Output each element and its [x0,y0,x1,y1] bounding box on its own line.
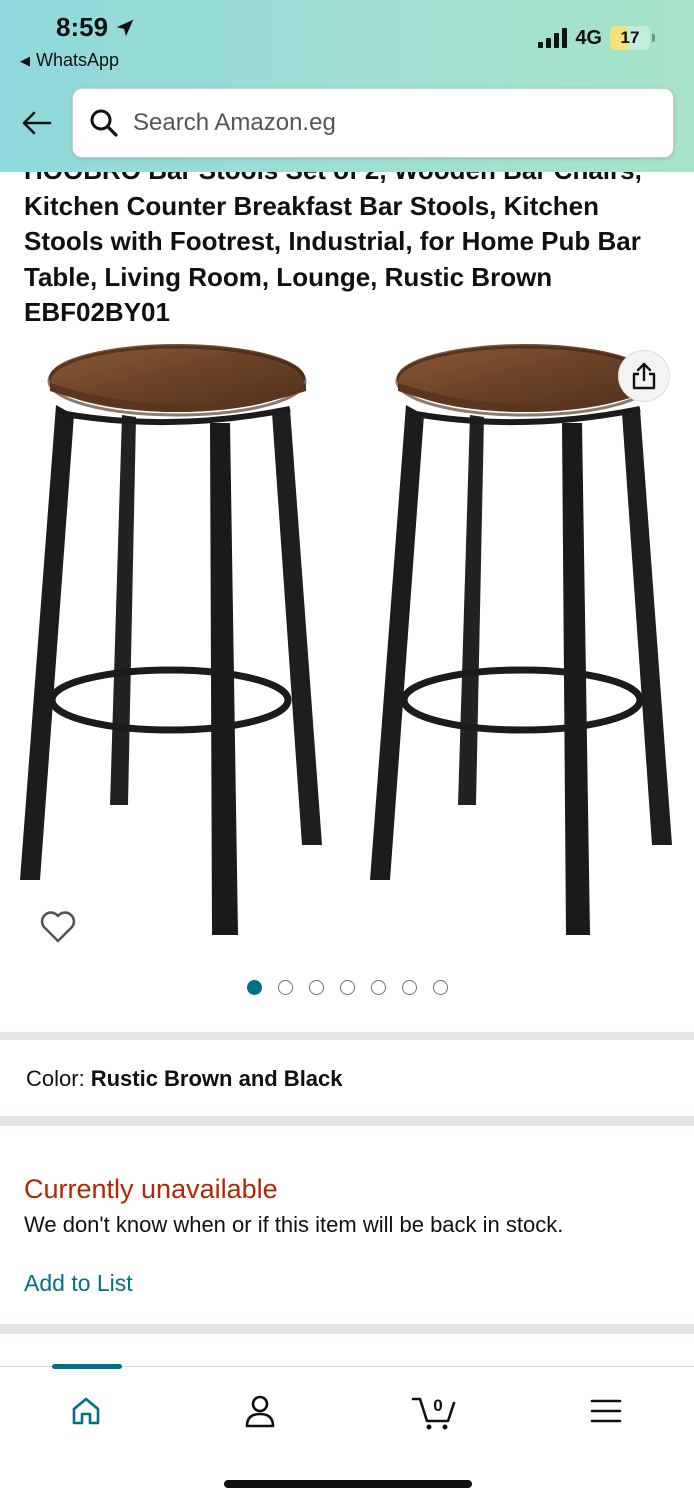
carousel-dot-4[interactable] [339,980,355,995]
availability-status: Currently unavailable [24,1174,278,1204]
carousel-dot-3[interactable] [308,980,324,995]
menu-icon [590,1399,622,1423]
back-app-label: WhatsApp [36,50,120,70]
cart-count: 0 [433,1396,442,1415]
product-image-carousel[interactable] [0,335,694,955]
product-title-container: HOOBRO Bar Stools Set of 2, Wooden Bar C… [24,150,674,330]
user-icon [245,1395,275,1428]
nav-home-tab[interactable] [56,1389,116,1433]
color-label: Color: [26,1066,85,1091]
heart-icon[interactable] [38,907,78,947]
availability-note: We don't know when or if this item will … [24,1212,564,1237]
stool-right [370,344,672,935]
nav-cart-tab[interactable]: 0 [404,1389,464,1433]
back-to-app-link[interactable]: ◀ WhatsApp [20,50,119,71]
carousel-dot-1[interactable] [246,980,262,995]
active-tab-indicator [52,1364,122,1369]
stool-left [20,344,322,935]
section-divider [0,1032,694,1040]
clock-text: 8:59 [56,12,109,42]
app-header: 8:59 ◀ WhatsApp 4G 17 [0,0,694,172]
search-bar[interactable] [72,88,674,158]
back-triangle-icon: ◀ [20,52,30,68]
product-image [20,344,672,935]
share-button[interactable] [618,350,670,402]
section-divider [0,1324,694,1334]
search-icon [90,109,118,137]
carousel-dot-7[interactable] [432,980,448,995]
battery-level: 17 [620,28,640,47]
status-time: 8:59 [56,12,136,43]
search-input[interactable] [133,109,613,137]
carousel-dot-5[interactable] [370,980,386,995]
nav-menu-tab[interactable] [576,1389,636,1433]
carousel-dot-2[interactable] [277,980,293,995]
network-type: 4G [575,26,602,49]
location-arrow-icon [116,19,134,36]
battery-icon: 17 [610,26,655,50]
nav-account-tab[interactable] [230,1389,290,1433]
carousel-dot-6[interactable] [401,980,417,995]
color-selection: Color: Rustic Brown and Black [26,1066,343,1092]
add-to-list-link[interactable]: Add to List [24,1270,133,1297]
share-icon [632,362,656,390]
signal-icon [538,28,568,48]
back-arrow-icon[interactable] [20,106,54,140]
home-indicator [224,1480,472,1488]
color-value: Rustic Brown and Black [90,1066,343,1091]
carousel-dots[interactable] [0,980,694,995]
home-icon [72,1397,100,1425]
product-title: HOOBRO Bar Stools Set of 2, Wooden Bar C… [24,155,642,327]
cart-icon: 0 [411,1396,456,1430]
section-divider [0,1116,694,1126]
status-indicators: 4G 17 [538,26,655,50]
